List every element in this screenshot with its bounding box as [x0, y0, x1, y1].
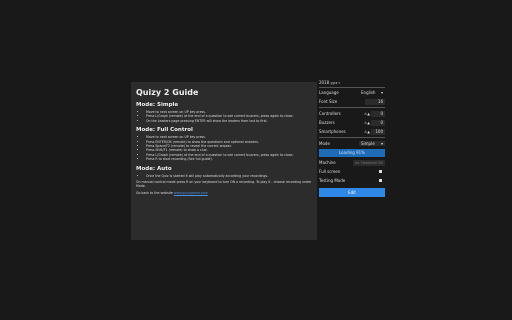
- divider: [319, 107, 385, 108]
- buzzers-label: Buzzers: [319, 120, 335, 125]
- chevron-down-icon: ▾: [380, 90, 383, 95]
- controllers-row: Controllers ⚠▲ 0: [319, 109, 385, 118]
- language-select[interactable]: English ▾: [359, 90, 385, 95]
- list-item: Once the Quiz is started it will play au…: [146, 174, 312, 178]
- mode-row: Mode Simple ▾: [319, 139, 385, 148]
- loading-bar: Loading 91%: [319, 149, 385, 157]
- fullscreen-label: Full screen: [319, 169, 341, 174]
- testing-row: Testing Mode: [319, 176, 385, 185]
- machine-input[interactable]: [353, 159, 385, 166]
- guide-panel: Quizy 2 Guide Mode: Simple Move to next …: [131, 82, 317, 240]
- fontsize-input[interactable]: 16: [365, 98, 385, 105]
- language-row: Language English ▾: [319, 88, 385, 97]
- controllers-label: Controllers: [319, 111, 341, 116]
- fontsize-row: Font Size 16: [319, 97, 385, 106]
- smartphones-icons: ⚠▲: [358, 130, 371, 134]
- mode-value: Simple: [361, 141, 375, 146]
- fullscreen-checkbox[interactable]: [379, 170, 382, 173]
- lock-icon: ▲: [367, 120, 370, 125]
- machine-label: Machine: [319, 160, 336, 165]
- smartphones-value: 100: [371, 128, 385, 135]
- testing-label: Testing Mode: [319, 178, 346, 183]
- lock-icon: ▲: [367, 111, 370, 116]
- website-link[interactable]: www.quizygame.com: [174, 191, 208, 195]
- edit-button[interactable]: Edit: [319, 188, 385, 197]
- section-list-auto: Once the Quiz is started it will play au…: [136, 174, 312, 178]
- guide-note: On manual control mode press R on your k…: [136, 180, 312, 189]
- back-text: Go back to the website: [136, 190, 173, 195]
- divider: [319, 137, 385, 138]
- settings-panel: 2018 רבעון Language English ▾ Font Size …: [319, 78, 385, 197]
- mode-label: Mode: [319, 141, 330, 146]
- machine-row: Machine: [319, 158, 385, 167]
- language-value: English: [361, 90, 376, 95]
- controllers-value: 0: [371, 110, 385, 117]
- buzzers-row: Buzzers ⚠▲ 0: [319, 118, 385, 127]
- lock-icon: ▲: [367, 129, 370, 134]
- buzzers-icons: ⚠▲: [358, 121, 371, 125]
- smartphones-label: Smartphones: [319, 129, 346, 134]
- language-label: Language: [319, 90, 339, 95]
- fullscreen-row: Full screen: [319, 167, 385, 176]
- section-heading-full-control: Mode: Full Control: [136, 127, 193, 134]
- panel-title: 2018 רבעון: [319, 78, 385, 88]
- mode-select[interactable]: Simple ▾: [359, 141, 385, 146]
- controllers-icons: ⚠▲: [358, 112, 371, 116]
- guide-title: Quizy 2 Guide: [136, 88, 199, 97]
- chevron-down-icon: ▾: [380, 141, 383, 146]
- testing-checkbox[interactable]: [379, 179, 382, 182]
- section-list-full-control: Move to next screen on UP key press. Pre…: [136, 135, 312, 161]
- smartphones-row: Smartphones ⚠▲ 100: [319, 127, 385, 136]
- buzzers-value: 0: [371, 119, 385, 126]
- section-list-simple: Move to next screen on UP key press. Pre…: [136, 110, 312, 123]
- list-item: Press R to start recording (See full gui…: [146, 157, 312, 161]
- fontsize-label: Font Size: [319, 99, 338, 104]
- back-paragraph: Go back to the website www.quizygame.com: [136, 191, 312, 195]
- section-heading-auto: Mode: Auto: [136, 165, 172, 172]
- section-heading-simple: Mode: Simple: [136, 102, 179, 108]
- list-item: On the Leaders page pressing ENTER will …: [146, 119, 312, 123]
